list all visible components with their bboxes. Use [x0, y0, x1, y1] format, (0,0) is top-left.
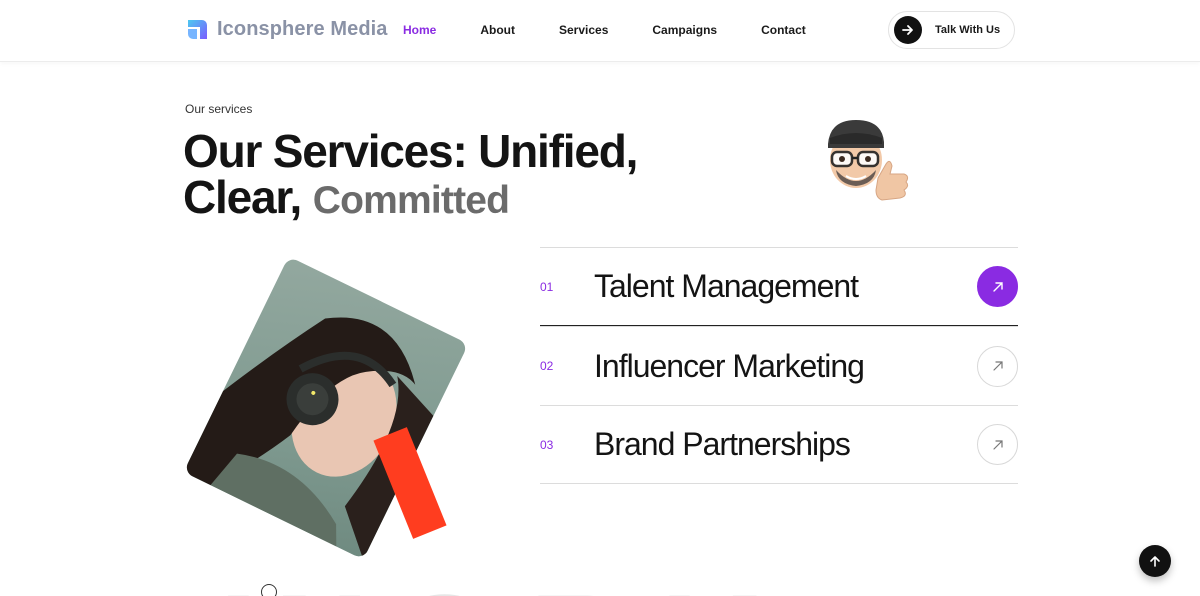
service-number: 01 [540, 279, 554, 294]
service-title: Influencer Marketing [594, 347, 865, 384]
site-header: Iconsphere Media Home About Services Cam… [0, 0, 1200, 62]
headline-muted-word: Committed [312, 179, 510, 222]
cursor-dot-icon [261, 584, 277, 596]
nav-services[interactable]: Services [559, 23, 608, 37]
nav-about[interactable]: About [480, 23, 515, 37]
service-title: Talent Management [594, 268, 859, 304]
main-nav: Home About Services Campaigns Contact [403, 23, 850, 37]
memoji-thumbs-up-image [828, 120, 909, 201]
cta-label: Talk With Us [935, 24, 1001, 36]
headline-line-2: Clear, [183, 171, 302, 223]
arrow-up-right-icon[interactable] [977, 345, 1018, 387]
nav-contact[interactable]: Contact [761, 23, 806, 37]
service-number: 02 [540, 359, 554, 373]
arrow-right-icon [894, 16, 922, 44]
talk-with-us-button[interactable]: Talk With Us [888, 11, 1015, 49]
service-row-influencer-marketing[interactable]: 02 Influencer Marketing [540, 326, 1018, 405]
page-title: Our Services: Unified, Clear, Committed [183, 128, 643, 224]
brand-name: Iconsphere Media [217, 18, 388, 40]
service-row-brand-partnerships[interactable]: 03 Brand Partnerships [540, 405, 1018, 484]
work-watermark: WORK [228, 574, 978, 596]
section-eyebrow: Our services [185, 102, 253, 116]
service-title: Brand Partnerships [594, 426, 851, 462]
back-to-top-button[interactable] [1139, 545, 1171, 577]
nav-campaigns[interactable]: Campaigns [652, 23, 717, 37]
iconsphere-logo-icon [188, 20, 207, 39]
service-row-talent-management[interactable]: 01 Talent Management [540, 247, 1018, 326]
headline-line-1: Our Services: Unified, [183, 125, 638, 177]
arrow-up-right-icon[interactable] [977, 266, 1018, 307]
arrow-up-right-icon[interactable] [977, 424, 1018, 465]
service-number: 03 [540, 437, 554, 452]
brand-logo[interactable]: Iconsphere Media [185, 17, 388, 42]
arrow-up-icon [1150, 556, 1160, 567]
nav-home[interactable]: Home [403, 23, 436, 37]
services-list: 01 Talent Management 02 Influencer Marke… [540, 247, 1018, 484]
